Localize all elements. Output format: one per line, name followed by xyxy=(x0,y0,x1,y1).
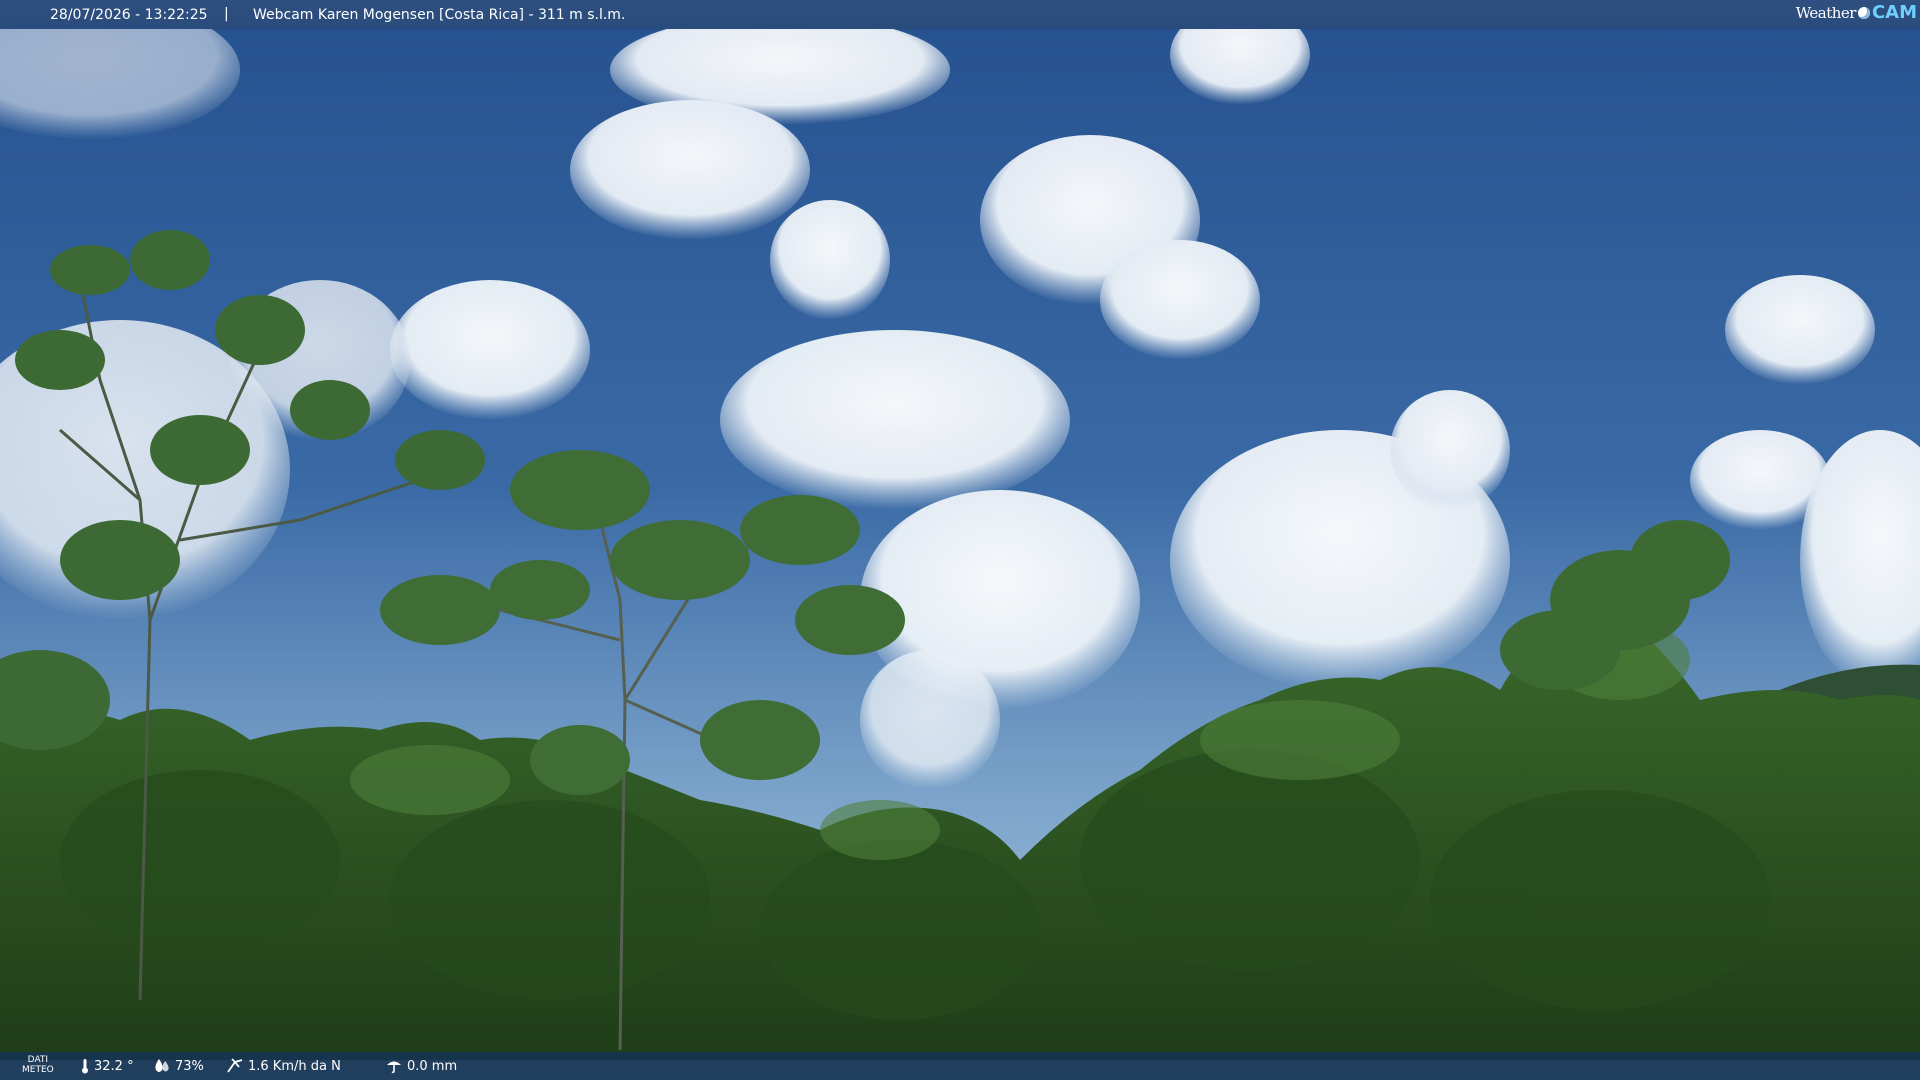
temperature-reading: 32.2 ° xyxy=(80,1058,134,1074)
weathercam-logo: Weather CAM xyxy=(1796,2,1917,23)
rain-reading: 0.0 mm xyxy=(385,1058,457,1074)
header-bar: 28/07/2026 - 13:22:25 | Webcam Karen Mog… xyxy=(0,0,1920,29)
weather-data-bar: DATI METEO 32.2 ° 73% 1.6 Km/h da N 0.0 … xyxy=(0,1052,1920,1080)
logo-moon-icon xyxy=(1857,6,1870,19)
logo-text-cam: CAM xyxy=(1871,2,1917,23)
temperature-value: 32.2 ° xyxy=(94,1058,134,1074)
humidity-reading: 73% xyxy=(153,1058,204,1074)
timestamp: 28/07/2026 - 13:22:25 xyxy=(50,7,208,23)
header-separator: | xyxy=(224,6,229,22)
webcam-title: Webcam Karen Mogensen [Costa Rica] - 311… xyxy=(253,7,626,23)
rain-value: 0.0 mm xyxy=(407,1058,458,1074)
logo-text-weather: Weather xyxy=(1795,3,1857,22)
dati-label-line1: DATI xyxy=(27,1055,49,1065)
humidity-drop-icon xyxy=(155,1059,169,1072)
dati-label-line2: METEO xyxy=(22,1065,54,1075)
webcam-scene xyxy=(0,0,1920,1080)
humidity-value: 73% xyxy=(175,1058,204,1074)
dati-meteo-label: DATI METEO xyxy=(22,1055,54,1075)
wind-value: 1.6 Km/h da N xyxy=(248,1058,341,1074)
thermometer-icon xyxy=(82,1059,88,1074)
wind-reading: 1.6 Km/h da N xyxy=(226,1058,341,1074)
wind-icon xyxy=(227,1058,243,1073)
rain-icon xyxy=(387,1061,401,1074)
